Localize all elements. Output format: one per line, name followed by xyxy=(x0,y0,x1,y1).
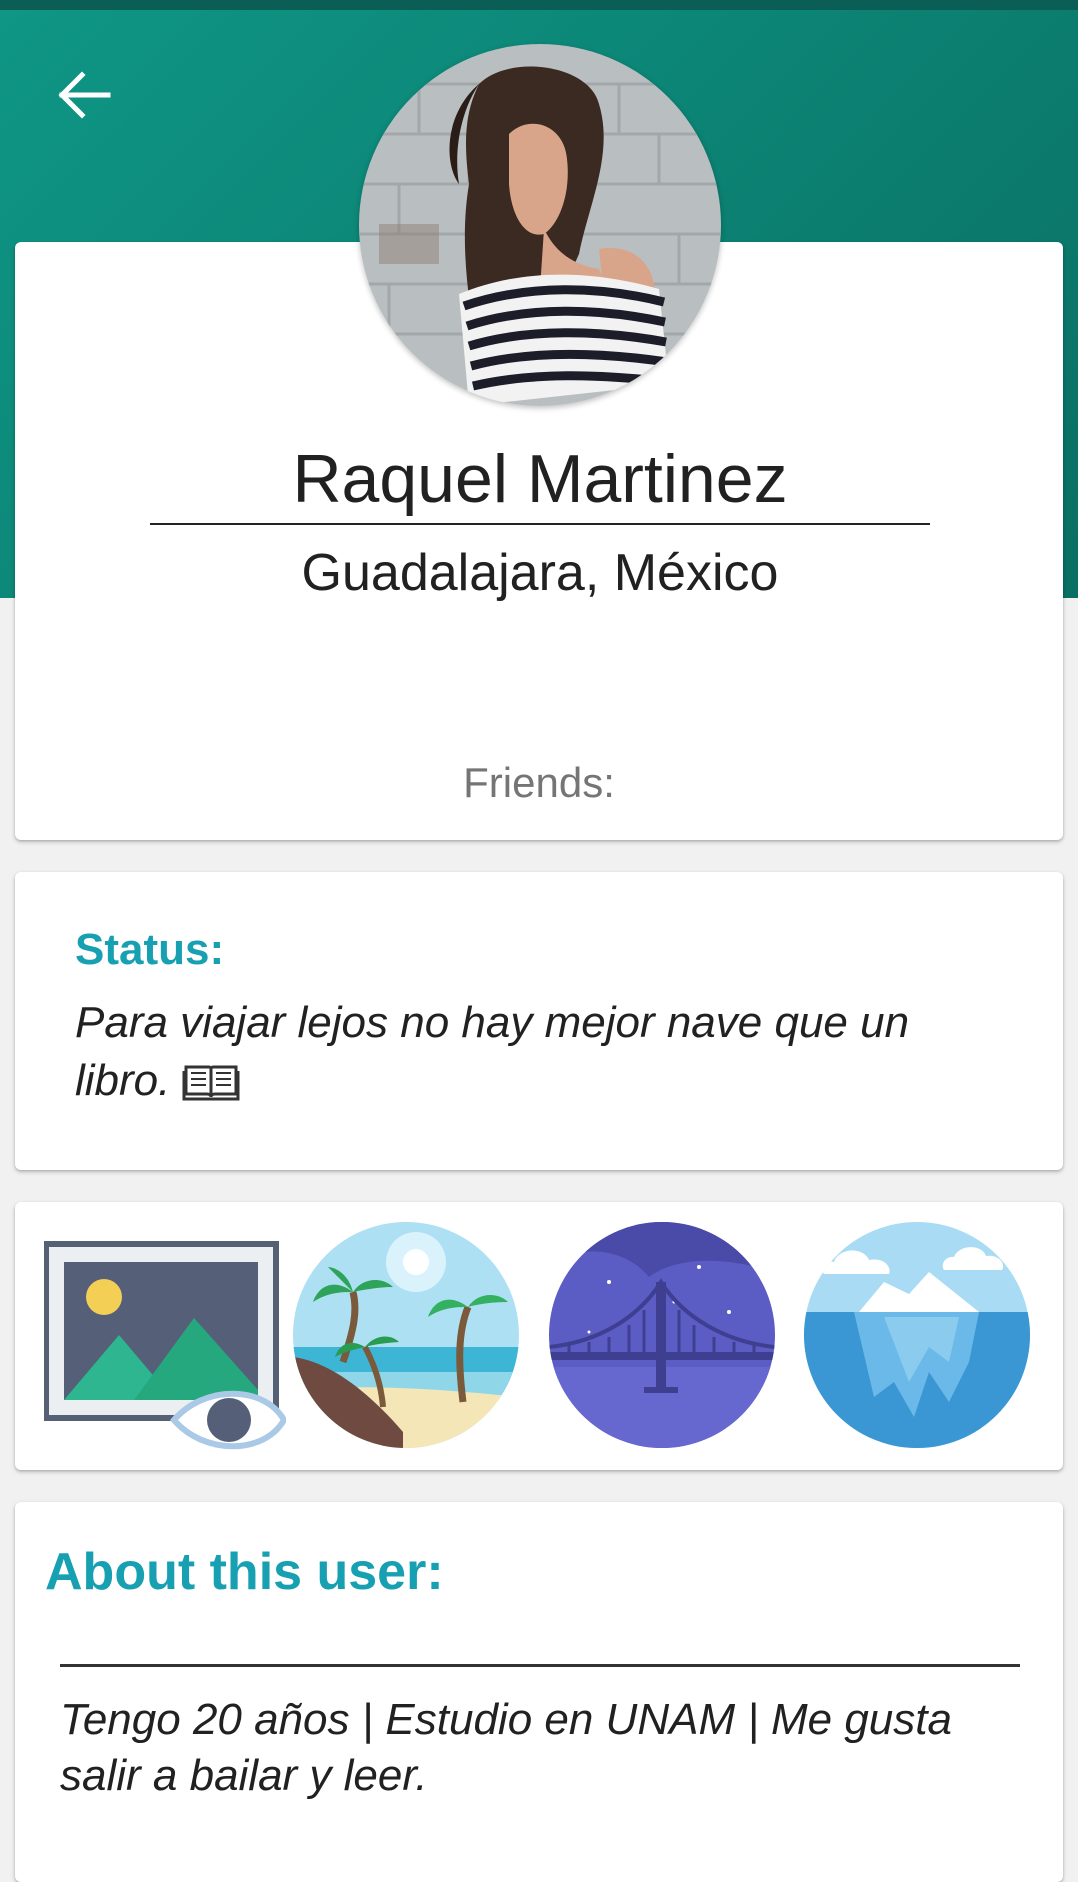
profile-photo xyxy=(359,44,721,406)
iceberg-icon xyxy=(804,1222,1030,1448)
name-underline xyxy=(150,523,930,525)
status-bar xyxy=(0,0,1078,10)
user-name: Raquel Martinez xyxy=(292,441,788,517)
gallery-item-bridge[interactable] xyxy=(549,1222,775,1448)
about-title: About this user: xyxy=(45,1543,444,1601)
status-title: Status: xyxy=(75,925,225,974)
gallery-item-beach[interactable] xyxy=(293,1222,519,1448)
avatar[interactable] xyxy=(359,44,721,406)
back-button[interactable] xyxy=(50,60,120,130)
night-bridge-icon xyxy=(549,1222,775,1448)
friends-label: Friends: xyxy=(463,759,615,806)
image-preview-icon xyxy=(43,1241,288,1450)
arrow-back-icon xyxy=(58,71,111,119)
open-book-icon xyxy=(182,1065,240,1101)
gallery-item-iceberg[interactable] xyxy=(804,1222,1030,1448)
user-location: Guadalajara, México xyxy=(301,544,779,602)
about-divider xyxy=(60,1664,1020,1667)
status-text-block: Para viajar lejos no hay mejor nave que … xyxy=(75,994,1005,1110)
beach-palms-icon xyxy=(293,1222,519,1448)
about-text: Tengo 20 años | Estudio en UNAM | Me gus… xyxy=(60,1695,952,1800)
gallery-item-image-preview[interactable] xyxy=(43,1240,288,1460)
